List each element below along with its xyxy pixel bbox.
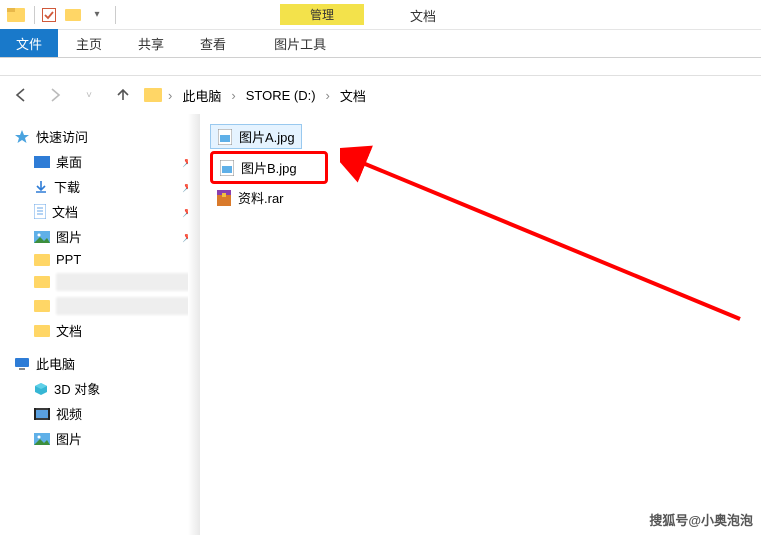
star-icon [14,129,30,145]
sidebar-item-label: 文档 [52,202,176,221]
image-file-icon [217,129,233,145]
ribbon: 文件 主页 共享 查看 图片工具 [0,30,761,58]
qat-separator [34,6,35,24]
chevron-right-icon[interactable]: › [166,88,174,103]
sidebar-item-videos[interactable]: 视频 [30,401,200,426]
folder-small-icon[interactable] [63,5,83,25]
sidebar-quick-access[interactable]: 快速访问 [10,124,200,149]
ribbon-tab-view[interactable]: 查看 [182,29,244,57]
ribbon-tab-home[interactable]: 主页 [58,29,120,57]
sidebar-item-label: 图片 [56,429,196,448]
main-area: 快速访问 桌面 📌 下载 📌 文档 📌 图片 📌 [0,114,761,535]
sidebar-item-pictures2[interactable]: 图片 [30,426,200,451]
sidebar-item-3d-objects[interactable]: 3D 对象 [30,376,200,401]
breadcrumb[interactable]: › 此电脑 › STORE (D:) › 文档 [144,84,753,107]
pin-icon: 📌 [182,180,196,193]
sidebar-item-documents2[interactable]: 文档 [30,318,200,343]
computer-icon [14,357,30,371]
watermark: 搜狐号@小奥泡泡 [649,510,753,529]
folder-icon [144,88,162,102]
nav-up-button[interactable] [110,82,136,108]
sidebar: 快速访问 桌面 📌 下载 📌 文档 📌 图片 📌 [0,114,200,535]
folder-icon [34,325,50,337]
file-list[interactable]: 图片A.jpg 图片B.jpg 资料.rar [200,114,761,535]
sidebar-item-label: PPT [56,252,196,267]
chevron-right-icon[interactable]: › [229,88,237,103]
download-icon [34,180,48,194]
sidebar-item-label: 图片 [56,227,176,246]
chevron-right-icon[interactable]: › [324,88,332,103]
file-item-rar[interactable]: 资料.rar [210,186,290,209]
folder-icon [34,254,50,266]
desktop-icon [34,156,50,168]
pin-icon: 📌 [182,230,196,243]
sidebar-item-label: 快速访问 [36,127,196,146]
pin-icon: 📌 [182,205,196,218]
nav-back-button[interactable] [8,82,34,108]
cube-icon [34,382,48,396]
sidebar-item-label: 此电脑 [36,354,196,373]
file-name: 图片A.jpg [239,127,295,146]
sidebar-item-blurred[interactable] [30,270,200,294]
ribbon-spacer [0,58,761,76]
sidebar-item-label: 视频 [56,404,196,423]
ribbon-tab-share[interactable]: 共享 [120,29,182,57]
file-name: 图片B.jpg [241,158,297,177]
picture-icon [34,231,50,243]
document-icon [34,204,46,219]
nav-recent-dropdown[interactable]: ˅ [76,82,102,108]
file-item-image-a[interactable]: 图片A.jpg [210,124,302,149]
folder-icon [34,300,50,312]
breadcrumb-drive[interactable]: STORE (D:) [242,86,320,105]
titlebar: ▾ [0,0,761,30]
file-name: 资料.rar [238,188,284,207]
sidebar-item-label-blurred [56,273,196,291]
sidebar-item-downloads[interactable]: 下载 📌 [30,174,200,199]
nav-forward-button[interactable] [42,82,68,108]
image-file-icon [219,160,235,176]
qat-dropdown-icon[interactable]: ▾ [87,5,107,25]
sidebar-item-desktop[interactable]: 桌面 📌 [30,149,200,174]
sidebar-item-label-blurred [56,297,196,315]
sidebar-item-label: 桌面 [56,152,176,171]
sidebar-item-label: 文档 [56,321,196,340]
window-title: 文档 [410,6,436,25]
file-item-image-b[interactable]: 图片B.jpg [210,151,328,184]
sidebar-item-ppt[interactable]: PPT [30,249,200,270]
breadcrumb-folder[interactable]: 文档 [336,84,370,107]
archive-file-icon [216,190,232,206]
sidebar-item-documents[interactable]: 文档 📌 [30,199,200,224]
qat-separator-2 [115,6,116,24]
annotation-arrow [340,139,760,339]
sidebar-item-label: 3D 对象 [54,379,196,398]
context-header: 管理 [280,4,364,25]
sidebar-this-pc[interactable]: 此电脑 [10,351,200,376]
checkbox-qat-icon[interactable] [39,5,59,25]
picture-icon [34,433,50,445]
sidebar-item-label: 下载 [54,177,176,196]
breadcrumb-this-pc[interactable]: 此电脑 [178,84,225,107]
ribbon-file-tab[interactable]: 文件 [0,29,58,57]
ribbon-tab-picture-tools[interactable]: 图片工具 [256,29,344,57]
folder-qat-icon [6,5,26,25]
folder-icon [34,276,50,288]
pin-icon: 📌 [182,155,196,168]
video-icon [34,408,50,420]
sidebar-item-blurred[interactable] [30,294,200,318]
address-bar: ˅ › 此电脑 › STORE (D:) › 文档 [0,76,761,114]
sidebar-item-pictures[interactable]: 图片 📌 [30,224,200,249]
